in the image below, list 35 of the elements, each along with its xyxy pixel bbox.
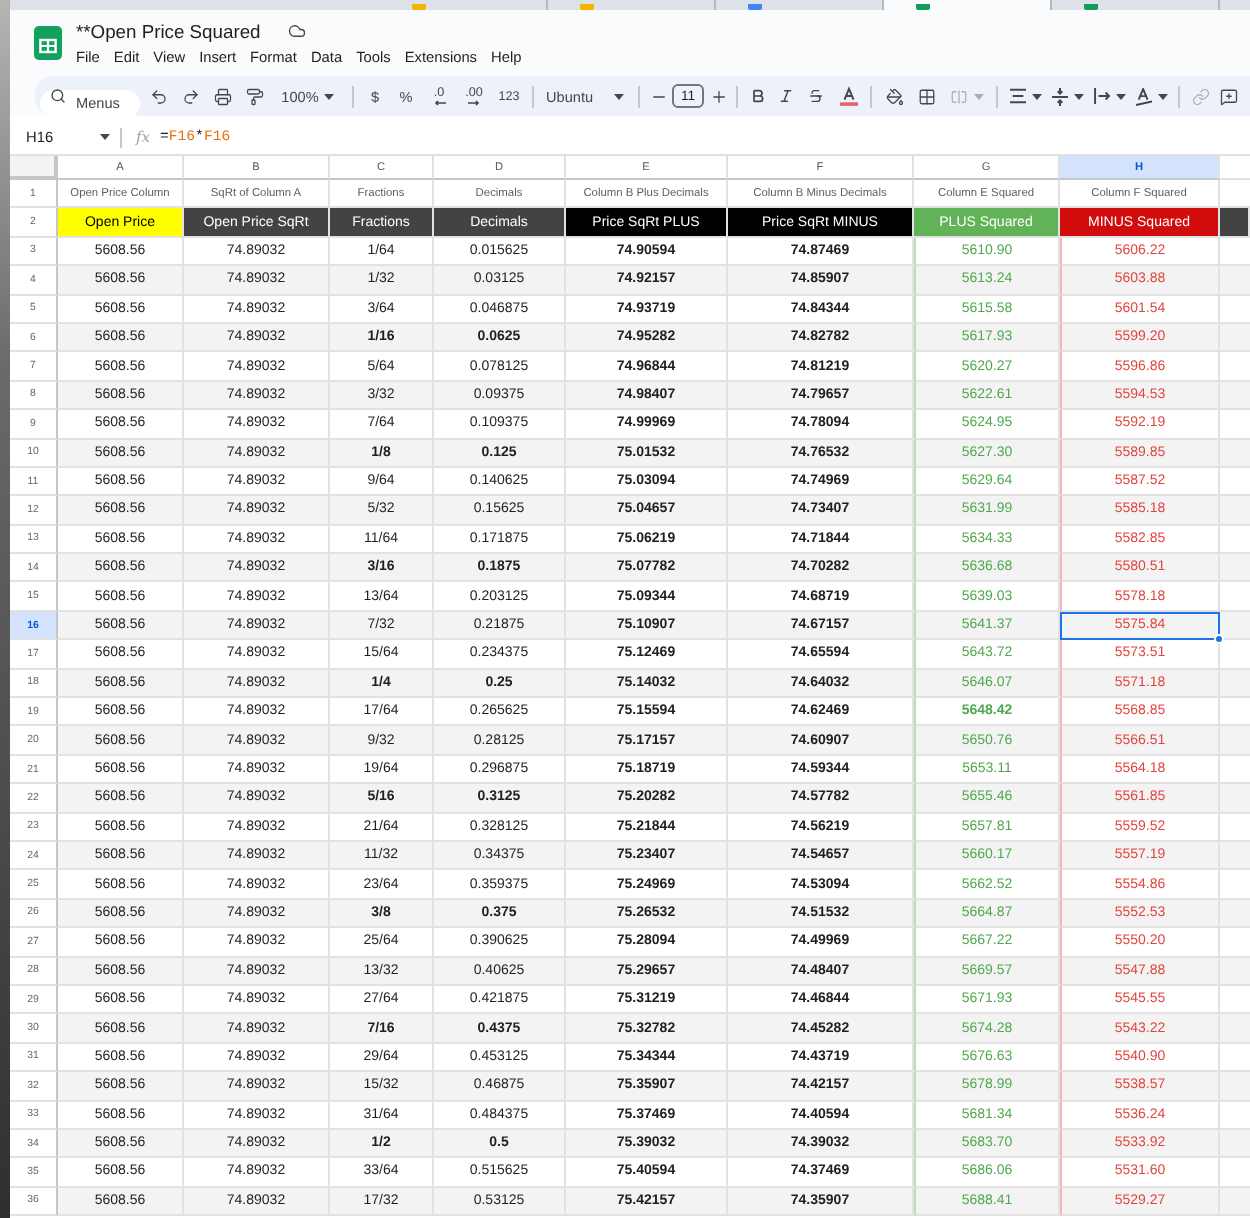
caret-icon — [614, 93, 624, 99]
header-cell — [1220, 208, 1250, 238]
cloud-icon[interactable] — [288, 22, 307, 40]
fill-handle[interactable] — [1214, 634, 1224, 645]
text-color-icon — [839, 86, 857, 106]
caret-icon — [1115, 93, 1125, 99]
split-square-icon — [949, 87, 967, 105]
printer-icon — [213, 87, 231, 105]
text-wrap-icon — [1093, 88, 1109, 104]
bold-icon — [750, 88, 766, 104]
arrow-right-icon — [468, 100, 480, 106]
undo-icon — [149, 87, 167, 105]
caret-icon — [100, 134, 110, 140]
link-icon — [1191, 87, 1209, 105]
caret-icon — [973, 93, 983, 99]
spreadsheet-logo-icon[interactable] — [34, 26, 62, 60]
arrow-left-icon — [433, 100, 445, 106]
vertical-align-icon — [1051, 87, 1067, 105]
caret-icon — [1073, 93, 1083, 99]
align-icon — [1009, 88, 1025, 104]
comment-icon — [1219, 87, 1237, 105]
text-rotation-icon — [1135, 87, 1151, 105]
redo-icon — [181, 87, 199, 105]
strikethrough-icon — [808, 88, 824, 104]
browser-tab[interactable] — [884, 0, 1052, 10]
caret-icon — [1157, 93, 1167, 99]
paint-bucket-icon — [885, 87, 903, 105]
caret-icon — [324, 93, 335, 99]
search-icon — [50, 88, 66, 104]
caret-icon — [1031, 93, 1041, 99]
grid-icon — [917, 87, 935, 105]
italic-icon — [778, 88, 794, 104]
paint-roller-icon — [245, 87, 263, 105]
document-title[interactable]: **Open Price Squared — [76, 19, 261, 43]
plus-icon — [709, 87, 727, 105]
